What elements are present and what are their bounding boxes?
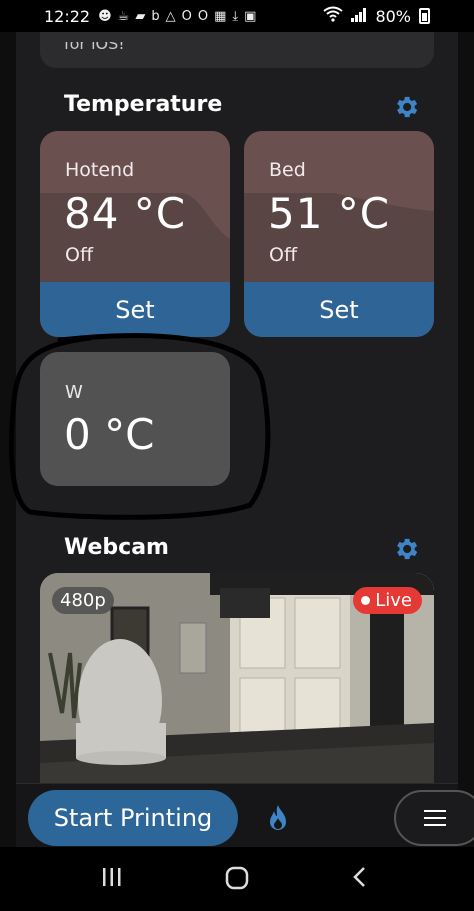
- back-icon[interactable]: [350, 865, 370, 889]
- download-icon: ⤓: [232, 8, 239, 24]
- webcam-title: Webcam: [64, 535, 169, 560]
- account-icon: ☻: [98, 8, 112, 24]
- bed-set-button[interactable]: Set: [244, 282, 434, 337]
- app-icon: ▰: [135, 8, 146, 24]
- sd-card-icon: ▣: [244, 8, 257, 24]
- hotend-state: Off: [65, 244, 94, 266]
- notification-icons: ☻ ☕ ▰ b △ O O ▦ ⤓ ▣: [98, 9, 256, 24]
- battery-percent: 80%: [375, 6, 411, 26]
- hotend-label: Hotend: [65, 159, 135, 181]
- battery-icon: [419, 8, 430, 24]
- system-nav-bar: [0, 847, 474, 911]
- hamburger-icon: [424, 810, 446, 831]
- gallery-icon: ▦: [214, 8, 227, 24]
- home-icon[interactable]: [224, 865, 250, 891]
- bed-label: Bed: [269, 159, 306, 181]
- status-bar: 12:22 ☻ ☕ ▰ b △ O O ▦ ⤓ ▣ 80%: [0, 0, 474, 32]
- hotend-temp-card[interactable]: Hotend 84 °C Off Set: [40, 131, 230, 337]
- hotend-value: 84 °C: [64, 189, 187, 238]
- webcam-settings-gear-icon[interactable]: [392, 535, 420, 563]
- status-right: 80%: [323, 6, 430, 26]
- opera-icon: O: [197, 8, 209, 24]
- opera-icon: O: [181, 8, 192, 24]
- start-printing-button[interactable]: Start Printing: [28, 790, 238, 846]
- flame-icon[interactable]: [266, 804, 290, 832]
- w-label: W: [65, 382, 83, 403]
- webcam-feed[interactable]: 480p Live: [40, 573, 434, 783]
- status-time: 12:22: [44, 6, 91, 26]
- previous-card-text: for iOS!: [64, 34, 125, 53]
- app-content[interactable]: for iOS! Temperature Hotend 84 °C Off Se…: [16, 32, 458, 783]
- w-value: 0 °C: [64, 410, 155, 459]
- hotend-set-button[interactable]: Set: [40, 282, 230, 337]
- bed-temp-card[interactable]: Bed 51 °C Off Set: [244, 131, 434, 337]
- cup-icon: ☕: [117, 8, 130, 24]
- w-temp-card[interactable]: W 0 °C: [40, 352, 230, 486]
- previous-card[interactable]: for iOS!: [40, 32, 434, 68]
- live-dot-icon: [361, 596, 371, 605]
- bottom-action-bar: Start Printing: [16, 783, 474, 848]
- drive-icon: △: [165, 8, 176, 24]
- menu-button[interactable]: [394, 790, 474, 846]
- temperature-settings-gear-icon[interactable]: [392, 93, 420, 121]
- live-badge: Live: [353, 587, 422, 614]
- wifi-icon: [323, 6, 344, 26]
- bing-icon: b: [151, 8, 160, 24]
- bed-value: 51 °C: [268, 189, 391, 238]
- signal-icon: [351, 7, 367, 26]
- temperature-title: Temperature: [64, 92, 223, 117]
- live-label: Live: [375, 590, 412, 611]
- recent-apps-icon[interactable]: [100, 865, 124, 889]
- resolution-badge[interactable]: 480p: [52, 587, 114, 614]
- bed-state: Off: [269, 244, 298, 266]
